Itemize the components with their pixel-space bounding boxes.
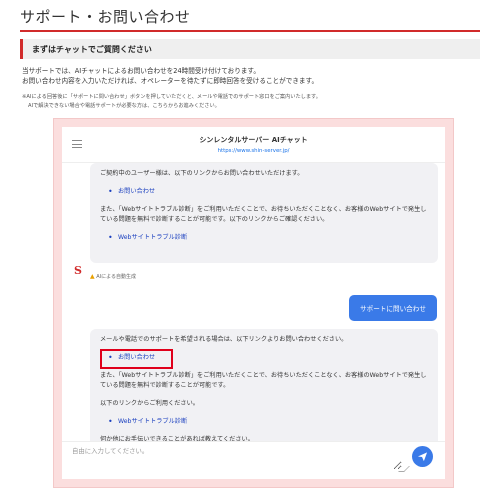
user-message-contact-support[interactable]: サポートに問い合わせ (349, 295, 437, 321)
chat-title: シンレンタルサーバー AIチャット (199, 136, 308, 144)
send-icon (417, 452, 428, 462)
chat-url-link[interactable]: https://www.shin-server.jp/ (62, 148, 445, 154)
bot-avatar-icon: S (74, 264, 82, 277)
intro-line-2: お問い合わせ内容を入力いただければ、オペレーターを待たずに即時回答を受けることが… (22, 77, 319, 85)
bot-message: メールや電話でのサポートを希望される場合は、以下リンクよりお問い合わせください。… (90, 329, 438, 451)
site-trouble-diagnosis-link[interactable]: Webサイトトラブル診断 (118, 234, 187, 241)
message-text: メールや電話でのサポートを希望される場合は、以下リンクよりお問い合わせください。 (100, 336, 348, 343)
page-title: サポート・お問い合わせ (20, 8, 191, 26)
chat-widget: シンレンタルサーバー AIチャット https://www.shin-serve… (62, 127, 445, 479)
ai-generated-note: ▲ AIによる自動生成 (90, 273, 136, 280)
warning-icon: ▲ (90, 273, 95, 280)
intro-line-1: 当サポートでは、AIチャットによるお問い合わせを24時間受け付けております。 (22, 67, 260, 75)
note-text: ※AIによる回答後に「サポートに問い合わせ」ボタンを押していただくと、メールや電… (22, 93, 321, 111)
section-heading: まずはチャットでご質問ください (20, 39, 480, 59)
ai-generated-label: AIによる自動生成 (96, 274, 136, 280)
send-button[interactable] (412, 446, 433, 467)
contact-link[interactable]: お問い合わせ (118, 188, 155, 195)
chat-widget-frame: シンレンタルサーバー AIチャット https://www.shin-serve… (53, 118, 454, 488)
chat-message-input[interactable] (72, 446, 402, 470)
highlight-box (100, 349, 173, 369)
note-line-2: AIで解決できない場合や電話サポートが必要な方は、こちらからお進みください。 (28, 103, 220, 109)
message-text: また、「Webサイトトラブル診断」をご利用いただくことで、お待ちいただくことなく… (100, 206, 427, 223)
site-trouble-diagnosis-link[interactable]: Webサイトトラブル診断 (118, 418, 187, 425)
intro-text: 当サポートでは、AIチャットによるお問い合わせを24時間受け付けております。 お… (22, 66, 318, 86)
message-text: 以下のリンクからご利用ください。 (100, 400, 199, 407)
bot-message: ご契約中のユーザー様は、以下のリンクからお問い合わせいただけます。 お問い合わせ… (90, 163, 438, 263)
chat-header: シンレンタルサーバー AIチャット https://www.shin-serve… (62, 127, 445, 163)
title-divider (20, 30, 480, 32)
note-line-1: ※AIによる回答後に「サポートに問い合わせ」ボタンを押していただくと、メールや電… (22, 94, 321, 100)
message-text: また、「Webサイトトラブル診断」をご利用いただくことで、お待ちいただくことなく… (100, 372, 427, 389)
message-text: ご契約中のユーザー様は、以下のリンクからお問い合わせいただけます。 (100, 170, 304, 177)
chat-input-area (62, 441, 445, 479)
